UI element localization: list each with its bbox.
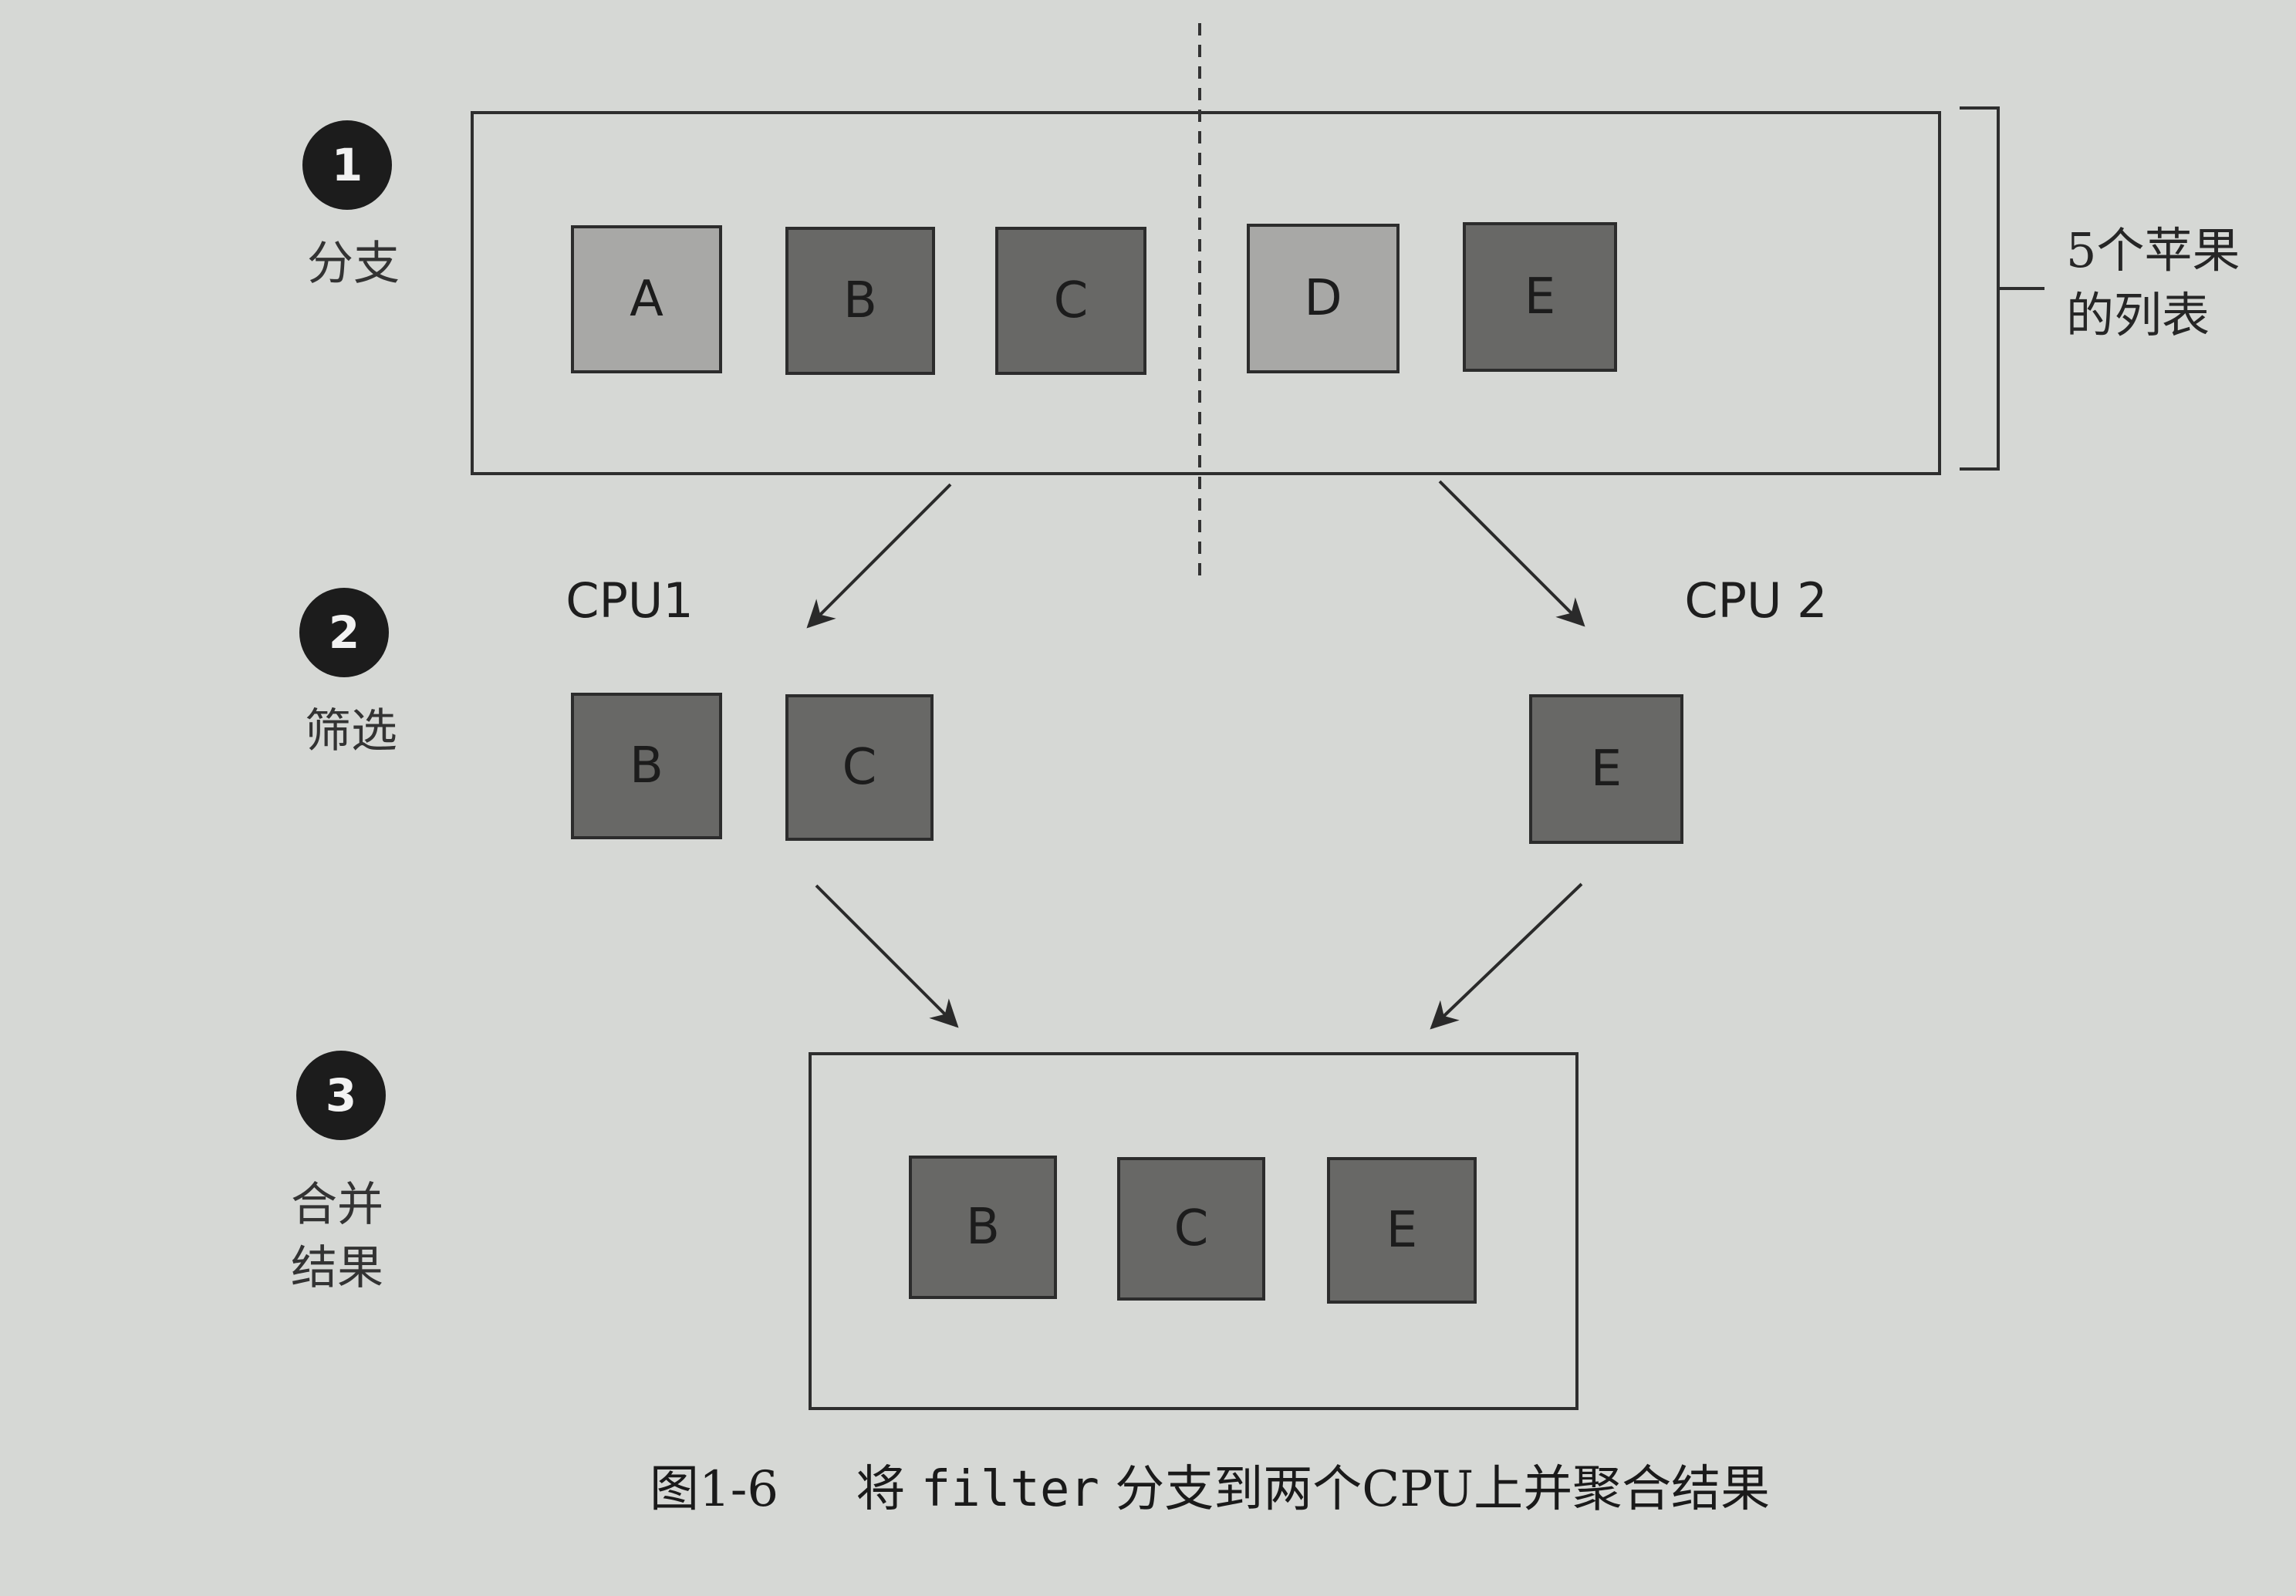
step-3-label-line2: 结果: [291, 1241, 383, 1295]
cpu1-box-c-label: C: [842, 739, 877, 796]
box-e-label: E: [1524, 268, 1555, 326]
parallel-filter-diagram: 1 分支 2 筛选 3 合并 结果 A B C D E 5个苹果 的列表 CPU…: [291, 23, 2240, 1518]
caption-text-before: 将: [856, 1461, 905, 1518]
step-2-marker: 2 筛选: [299, 588, 397, 758]
cpu2-item-e: E: [1529, 694, 1683, 844]
result-box-b-label: B: [966, 1199, 1000, 1256]
step-1-number: 1: [332, 139, 363, 191]
step-3-marker: 3 合并 结果: [291, 1051, 386, 1295]
result-box-c-label: C: [1174, 1200, 1209, 1257]
list-brace: [1960, 106, 2044, 471]
step-3-number: 3: [326, 1069, 356, 1122]
caption-code: filter: [921, 1461, 1099, 1518]
result-item-b: B: [909, 1156, 1057, 1299]
arrow-from-cpu1: [815, 884, 959, 1028]
box-d-label: D: [1304, 270, 1342, 327]
cpu1-label: CPU1: [566, 572, 694, 629]
list-note-line1: 5个苹果: [2066, 222, 2240, 278]
result-box-e-label: E: [1386, 1202, 1417, 1259]
cpu1-item-b: B: [571, 693, 722, 839]
cpu2-label: CPU 2: [1684, 572, 1827, 629]
box-a-label: A: [630, 271, 663, 328]
result-item-e: E: [1327, 1157, 1477, 1304]
cpu2-box-e-label: E: [1591, 741, 1622, 798]
list-item-d: D: [1247, 224, 1400, 373]
caption-text-after: 分支到两个CPU上并聚合结果: [1115, 1461, 1770, 1518]
cpu1-item-c: C: [785, 694, 934, 841]
box-b-label: B: [843, 272, 877, 329]
arrow-to-cpu1: [806, 483, 952, 629]
list-item-c: C: [995, 227, 1146, 375]
arrow-from-cpu2: [1430, 882, 1583, 1030]
result-item-c: C: [1117, 1157, 1265, 1301]
box-c-label: C: [1054, 272, 1089, 329]
step-2-label: 筛选: [305, 704, 397, 758]
diagram-page: 1 分支 2 筛选 3 合并 结果 A B C D E 5个苹果 的列表 CPU…: [0, 0, 2296, 1596]
caption-figure-number: 图1-6: [650, 1461, 778, 1518]
step-2-number: 2: [329, 606, 360, 659]
arrow-to-cpu2: [1438, 480, 1585, 627]
step-1-marker: 1 分支: [302, 120, 400, 291]
figure-caption: 图1-6 将 filter 分支到两个CPU上并聚合结果: [650, 1461, 1770, 1518]
list-item-a: A: [571, 225, 722, 373]
step-3-label-line1: 合并: [291, 1178, 383, 1232]
step-1-label: 分支: [307, 237, 400, 291]
list-item-b: B: [785, 227, 935, 375]
list-item-e: E: [1463, 222, 1617, 372]
cpu1-box-b-label: B: [630, 737, 663, 795]
list-note-line2: 的列表: [2066, 287, 2210, 343]
